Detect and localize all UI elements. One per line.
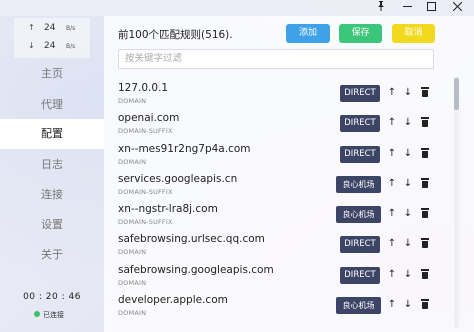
rule-name: safebrowsing.googleapis.com (118, 264, 274, 276)
move-up-icon[interactable]: ↑ (386, 147, 398, 161)
filter-input[interactable] (118, 49, 434, 69)
rule-name: services.googleapis.cn (118, 173, 238, 185)
delete-icon[interactable] (419, 147, 431, 161)
sidebar-item-settings[interactable]: 设置 (0, 210, 104, 240)
status-dot-icon (34, 311, 40, 317)
move-down-icon[interactable]: ↓ (402, 237, 414, 251)
upload-speed: ↑ 24 B/s (14, 21, 90, 37)
rule-policy-button[interactable]: DIRECT (340, 85, 380, 102)
rule-type: DOMAIN (118, 279, 147, 287)
rule-name: safebrowsing.urlsec.qq.com (118, 233, 265, 245)
download-speed: ↓ 24 B/s (14, 39, 90, 55)
delete-icon[interactable] (419, 268, 431, 282)
rule-policy-button[interactable]: 良心机场 (336, 297, 381, 314)
move-down-icon[interactable]: ↓ (402, 177, 414, 191)
rules-panel: 前100个匹配规则(516). 添加 保存 取消 127.0.0.1 DOMAI… (104, 16, 474, 332)
connection-status: 已连接 (34, 310, 64, 320)
move-up-icon[interactable]: ↑ (386, 237, 398, 251)
minimize-icon[interactable] (394, 0, 420, 16)
rule-type: DOMAIN (118, 158, 147, 166)
move-up-icon[interactable]: ↑ (386, 207, 398, 221)
traffic-speed-box: ↑ 24 B/s ↓ 24 B/s (14, 18, 90, 58)
rule-name: xn--mes91r2ng7p4a.com (118, 143, 251, 155)
download-speed-unit: B/s (66, 43, 76, 50)
sidebar-item-connections[interactable]: 连接 (0, 180, 104, 210)
rule-policy-button[interactable]: DIRECT (340, 146, 380, 163)
move-down-icon[interactable]: ↓ (402, 147, 414, 161)
move-up-icon[interactable]: ↑ (386, 116, 398, 130)
rule-type: DOMAIN (118, 309, 147, 317)
sidebar: ↑ 24 B/s ↓ 24 B/s 主页 代理 配置 日志 连接 设置 关于 0… (0, 16, 104, 332)
rule-type: DOMAIN-SUFFIX (118, 218, 173, 226)
rule-type: DOMAIN-SUFFIX (118, 188, 173, 196)
rule-name: developer.apple.com (118, 294, 228, 306)
rule-name: openai.com (118, 112, 180, 124)
rule-name: 127.0.0.1 (118, 82, 169, 94)
connection-timer: 00 : 20 : 46 (23, 292, 81, 302)
delete-icon[interactable] (419, 86, 431, 100)
delete-icon[interactable] (419, 116, 431, 130)
rule-type: DOMAIN-SUFFIX (118, 127, 173, 135)
delete-icon[interactable] (419, 207, 431, 221)
rule-row: services.googleapis.cn DOMAIN-SUFFIX 良心机… (118, 173, 448, 201)
sidebar-item-logs[interactable]: 日志 (0, 150, 104, 180)
move-up-icon[interactable]: ↑ (386, 268, 398, 282)
delete-icon[interactable] (419, 237, 431, 251)
rule-row: xn--ngstr-lra8j.com DOMAIN-SUFFIX 良心机场 ↑… (118, 203, 448, 231)
move-down-icon[interactable]: ↓ (402, 207, 414, 221)
delete-icon[interactable] (419, 177, 431, 191)
download-arrow-icon: ↓ (28, 41, 35, 50)
cancel-button[interactable]: 取消 (392, 24, 435, 43)
rule-name: xn--ngstr-lra8j.com (118, 203, 218, 215)
pin-icon[interactable] (368, 0, 394, 16)
page-title: 前100个匹配规则(516). (118, 29, 233, 41)
status-label: 已连接 (43, 311, 64, 319)
sidebar-item-about[interactable]: 关于 (0, 240, 104, 270)
upload-speed-value: 24 (44, 23, 56, 33)
rule-row: safebrowsing.googleapis.com DOMAIN DIREC… (118, 264, 448, 292)
close-icon[interactable] (444, 0, 470, 16)
download-speed-value: 24 (44, 41, 56, 51)
move-down-icon[interactable]: ↓ (402, 298, 414, 312)
rule-policy-button[interactable]: DIRECT (340, 236, 380, 253)
rule-type: DOMAIN (118, 248, 147, 256)
rule-policy-button[interactable]: DIRECT (340, 115, 380, 132)
sidebar-item-home[interactable]: 主页 (0, 59, 104, 89)
title-bar (0, 0, 474, 16)
move-down-icon[interactable]: ↓ (402, 268, 414, 282)
upload-arrow-icon: ↑ (28, 23, 35, 32)
rule-policy-button[interactable]: DIRECT (340, 267, 380, 284)
rule-row: safebrowsing.urlsec.qq.com DOMAIN DIRECT… (118, 233, 448, 261)
sidebar-item-proxy[interactable]: 代理 (0, 90, 104, 120)
rule-row: 127.0.0.1 DOMAIN DIRECT ↑ ↓ (118, 82, 448, 110)
move-up-icon[interactable]: ↑ (386, 86, 398, 100)
upload-speed-unit: B/s (66, 25, 76, 32)
scrollbar-thumb[interactable] (454, 78, 459, 110)
save-button[interactable]: 保存 (339, 24, 382, 43)
add-button[interactable]: 添加 (286, 24, 330, 43)
rule-policy-button[interactable]: 良心机场 (336, 176, 381, 193)
rule-row: developer.apple.com DOMAIN 良心机场 ↑ ↓ (118, 294, 448, 322)
rule-policy-button[interactable]: 良心机场 (336, 206, 381, 223)
rule-type: DOMAIN (118, 97, 147, 105)
delete-icon[interactable] (419, 298, 431, 312)
rule-row: xn--mes91r2ng7p4a.com DOMAIN DIRECT ↑ ↓ (118, 143, 448, 171)
maximize-icon[interactable] (418, 0, 444, 16)
move-down-icon[interactable]: ↓ (402, 116, 414, 130)
sidebar-item-profiles[interactable]: 配置 (0, 119, 104, 149)
move-up-icon[interactable]: ↑ (386, 298, 398, 312)
move-up-icon[interactable]: ↑ (386, 177, 398, 191)
scrollbar[interactable] (454, 76, 459, 328)
rule-row: openai.com DOMAIN-SUFFIX DIRECT ↑ ↓ (118, 112, 448, 140)
move-down-icon[interactable]: ↓ (402, 86, 414, 100)
